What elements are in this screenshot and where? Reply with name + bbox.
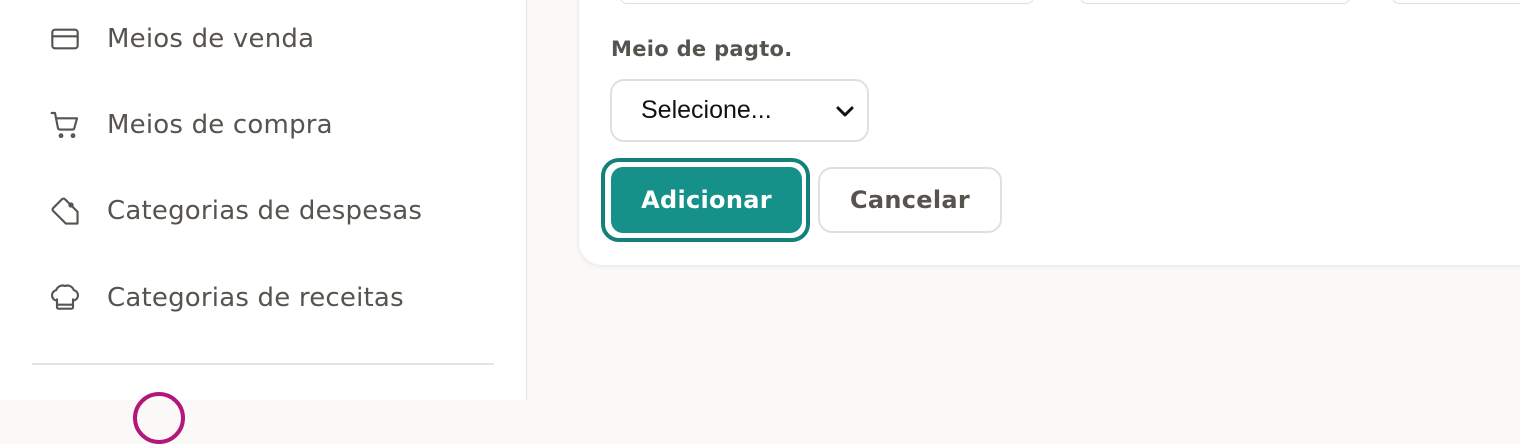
credit-card-icon [48, 22, 82, 56]
sidebar-item-categorias-de-despesas[interactable]: Categorias de despesas [0, 181, 527, 241]
cancel-button[interactable]: Cancelar [818, 167, 1002, 233]
payment-method-label: Meio de pagto. [611, 37, 793, 61]
select-value: Selecione... [641, 96, 772, 124]
tag-icon [48, 194, 82, 228]
chef-hat-icon [48, 281, 82, 315]
form-field-partial[interactable] [1392, 0, 1520, 4]
form-field-partial[interactable] [620, 0, 1034, 4]
add-button[interactable]: Adicionar [611, 167, 802, 233]
sidebar-item-meios-de-venda[interactable]: Meios de venda [0, 9, 527, 69]
sidebar-item-label: Categorias de receitas [107, 283, 404, 313]
sidebar-item-label: Meios de venda [107, 24, 315, 54]
sidebar-item-label: Categorias de despesas [107, 196, 423, 226]
sidebar-item-categorias-de-receitas[interactable]: Categorias de receitas [0, 268, 527, 328]
sidebar-item-meios-de-compra[interactable]: Meios de compra [0, 95, 527, 155]
chevron-down-icon [833, 99, 857, 123]
sidebar-item-label: Meios de compra [107, 110, 333, 140]
sidebar-divider [32, 363, 494, 365]
payment-method-select[interactable]: Selecione... [610, 79, 869, 142]
shopping-cart-icon [48, 108, 82, 142]
form-field-partial[interactable] [1080, 0, 1350, 4]
sidebar: Meios de venda Meios de compra Categoria… [0, 0, 527, 444]
